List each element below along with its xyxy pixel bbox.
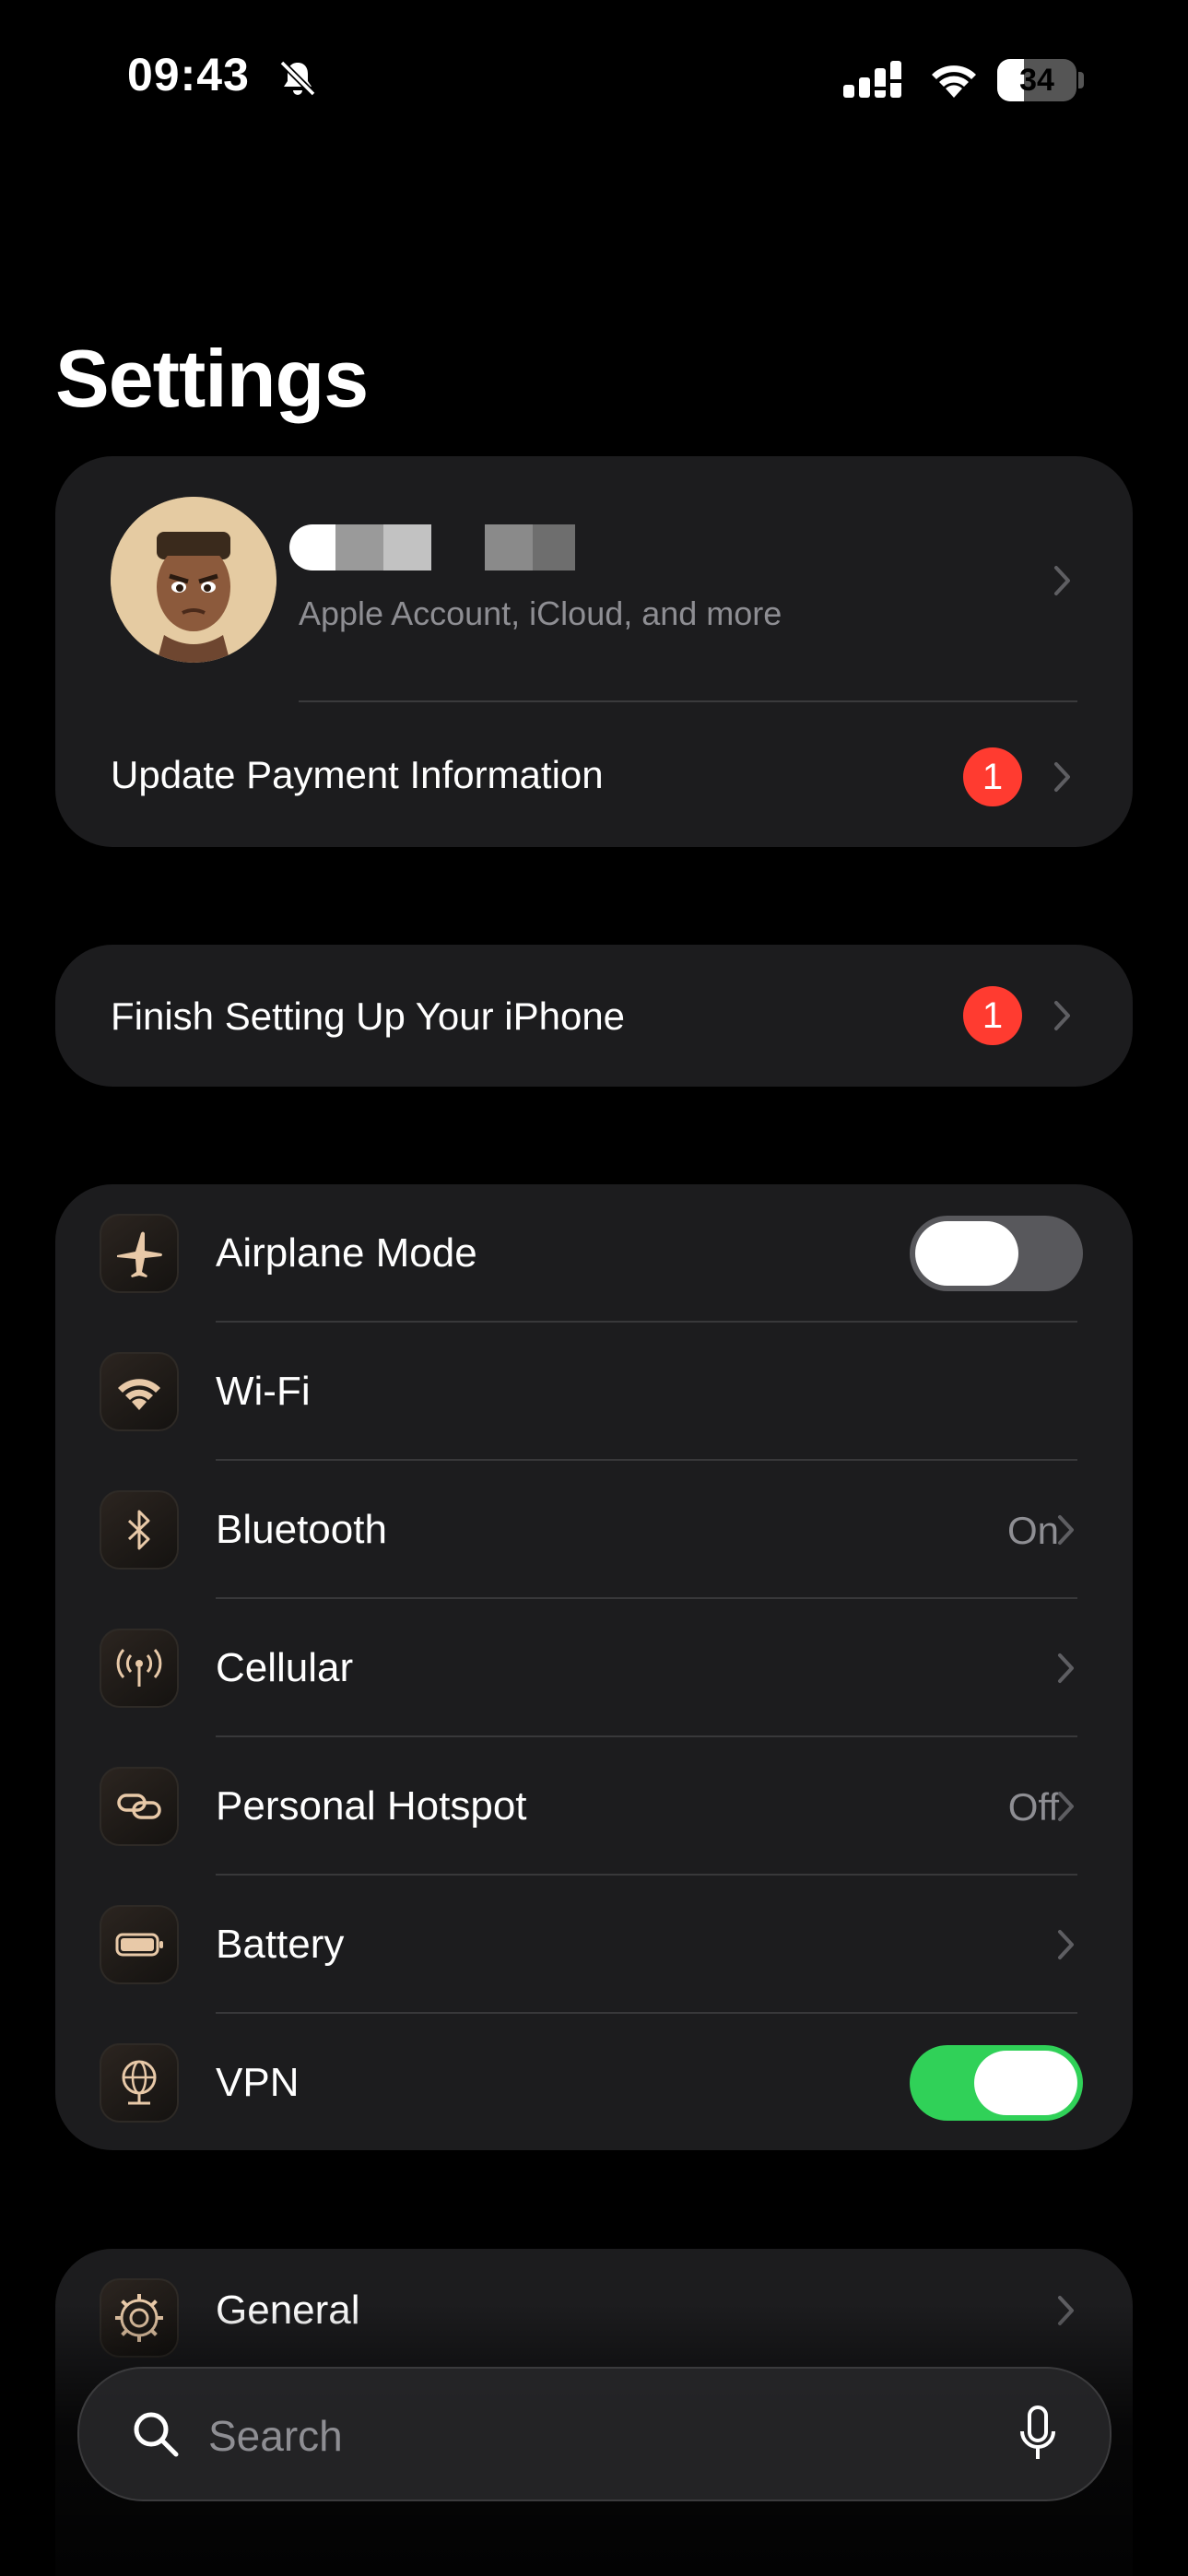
chevron-right-icon [1053,1000,1072,1031]
status-time: 09:43 [127,49,250,100]
settings-row-battery[interactable]: Battery [55,1876,1133,2014]
chevron-right-icon [1057,1791,1076,1822]
chevron-right-icon [1057,1514,1076,1546]
search-placeholder[interactable]: Search [208,2411,343,2461]
vpn-toggle[interactable] [910,2045,1083,2121]
finish-setup-label: Finish Setting Up Your iPhone [111,994,626,1038]
cellular-antenna-icon [100,1629,179,1708]
row-label: Wi-Fi [216,1369,311,1414]
finish-setup-card[interactable]: Finish Setting Up Your iPhone 1 [55,945,1133,1087]
chevron-right-icon [1057,1929,1076,1960]
airplane-mode-toggle[interactable] [910,1216,1083,1291]
microphone-icon[interactable] [1017,2405,1058,2463]
row-value: On [1006,1509,1059,1552]
notification-badge: 1 [963,986,1022,1045]
row-label: Bluetooth [216,1507,387,1552]
chevron-right-icon [1053,761,1072,793]
settings-row-vpn[interactable]: VPN [55,2014,1133,2150]
profile-subtitle: Apple Account, iCloud, and more [299,594,782,632]
settings-row-wifi[interactable]: Wi-Fi [55,1323,1133,1461]
settings-row-airplane-mode[interactable]: Airplane Mode [55,1184,1133,1323]
battery-level-text: 34 [1019,63,1054,98]
search-bar[interactable]: Search [77,2367,1112,2501]
settings-row-cellular[interactable]: Cellular [55,1599,1133,1737]
page-title: Settings [55,333,369,424]
vpn-globe-icon [100,2043,179,2123]
row-label: Personal Hotspot [216,1783,527,1829]
settings-row-personal-hotspot[interactable]: Personal Hotspot Off [55,1737,1133,1876]
airplane-icon [100,1214,179,1293]
notification-badge: 1 [963,747,1022,806]
row-label: Battery [216,1922,345,1967]
connectivity-card: Airplane Mode Wi-Fi Bluetooth On Cellula… [55,1184,1133,2150]
redacted-account-name [289,524,575,570]
profile-card[interactable]: Apple Account, iCloud, and more Update P… [55,456,1133,847]
bell-muted-icon [276,57,319,100]
toggle-knob [974,2051,1077,2115]
row-label: VPN [216,2060,300,2105]
row-label: Cellular [216,1645,354,1690]
hotspot-link-icon [100,1767,179,1846]
row-label: Airplane Mode [216,1230,477,1276]
bluetooth-icon [100,1490,179,1570]
chevron-right-icon [1057,1653,1076,1684]
avatar[interactable] [111,497,276,663]
wifi-status-icon [926,57,982,100]
toggle-knob [915,1221,1018,1286]
divider [299,700,1077,702]
search-icon [131,2409,181,2459]
update-payment-label[interactable]: Update Payment Information [111,753,604,797]
row-value: Off [1007,1785,1059,1829]
cellular-signal-icon [841,59,904,100]
wifi-icon [100,1352,179,1431]
chevron-right-icon [1053,565,1072,596]
battery-icon [100,1905,179,1984]
battery-status-icon: 34 [997,59,1086,101]
settings-row-bluetooth[interactable]: Bluetooth On [55,1461,1133,1599]
